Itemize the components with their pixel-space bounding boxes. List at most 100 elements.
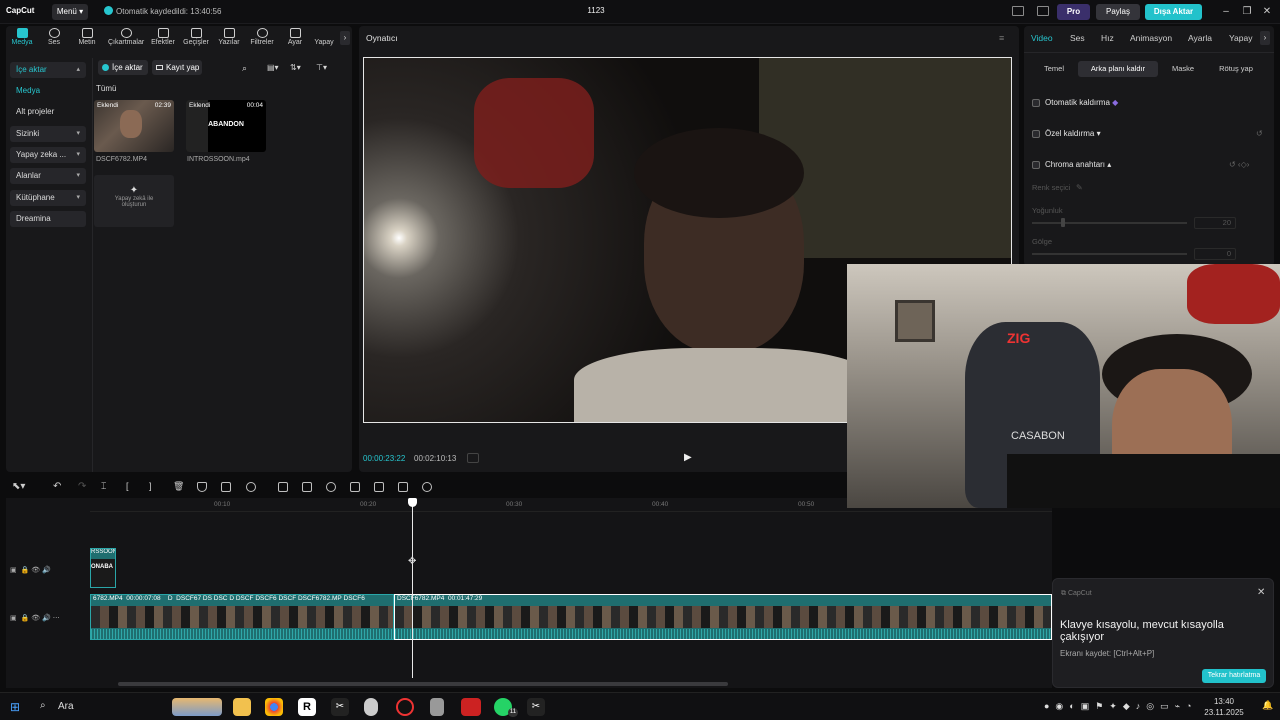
subtab-retouch[interactable]: Rötuş yap [1210,61,1262,77]
filter-icon[interactable]: ⊤▾ [316,63,327,72]
playhead-handle[interactable] [408,498,417,507]
tabs-scroll-right-icon[interactable]: › [1260,31,1270,45]
sidebar-item-library[interactable]: Kütüphane ▾ [10,190,86,206]
import-button[interactable]: İçe aktar [98,60,148,75]
tab-ai[interactable]: Yapay [1229,33,1252,43]
export-button[interactable]: Dışa Aktar [1145,4,1202,20]
roblox-studio-icon[interactable]: R [298,698,316,716]
timeline[interactable]: 00:10 00:20 00:30 00:40 00:50 ▣ 🔒 👁 🔊 RS… [6,498,1052,688]
player-menu-icon[interactable]: ≡ [999,33,1004,43]
ai-create-card[interactable]: ✦ Yapay zekâ ile oluşturun [94,175,174,227]
windows-start-icon[interactable]: ⊞ [10,700,20,714]
image-edit-icon[interactable] [398,482,408,492]
tab-adjust[interactable]: Ayarla [1188,33,1212,43]
intensity-value[interactable]: 20 [1194,217,1236,229]
remind-again-button[interactable]: Tekrar hatırlatma [1202,669,1266,683]
subtab-basic[interactable]: Temel [1032,61,1076,77]
tab-video[interactable]: Video [1031,33,1053,43]
tabs-scroll-right-icon[interactable]: › [340,31,350,45]
sidebar-item-yours[interactable]: Sizinki ▾ [10,126,86,142]
frame-icon[interactable] [467,453,479,463]
marker-icon[interactable] [197,482,207,492]
tab-text[interactable]: Metin [71,28,103,46]
undo-icon[interactable]: ↶ [53,481,61,492]
tab-filters[interactable]: Filtreler [246,28,278,46]
subtab-remove-bg[interactable]: Arka planı kaldır [1078,61,1158,77]
share-button[interactable]: Paylaş [1096,4,1140,20]
play-icon[interactable]: ▶ [684,452,692,463]
redo-icon[interactable]: ↷ [78,481,86,492]
auto-remove-checkbox[interactable] [1032,99,1040,107]
system-tray-icons[interactable]: ●◉◐▣⚑✦◆♪◎▭⌁◔ [1044,701,1197,712]
subtitle-icon[interactable] [374,482,384,492]
sidebar-item-import[interactable]: İçe aktar ▴ [10,62,86,78]
chroma-key-checkbox[interactable] [1032,161,1040,169]
tab-animation[interactable]: Animasyon [1130,33,1172,43]
tab-media[interactable]: Medya [6,28,38,46]
notification-bell-icon[interactable]: 🔔 [1262,700,1273,711]
video-app-icon[interactable] [461,698,481,716]
tab-speed[interactable]: Hız [1101,33,1114,43]
search-icon[interactable]: ⌕ [40,700,46,711]
eye-icon[interactable]: 👁 [31,567,40,574]
recording-app-icon[interactable] [396,698,414,716]
pro-button[interactable]: Pro [1057,4,1090,20]
search-icon[interactable]: ⌕ [242,63,247,74]
subtab-mask[interactable]: Maske [1160,61,1206,77]
sidebar-item-spaces[interactable]: Alanlar ▾ [10,168,86,184]
capcut-taskbar-icon[interactable]: ✂ [331,698,349,716]
sidebar-item-ai[interactable]: Yapay zeka ... ▾ [10,147,86,163]
tab-captions[interactable]: Yazılar [213,28,245,46]
custom-remove-checkbox[interactable] [1032,130,1040,138]
split-left-icon[interactable]: [ [126,481,129,491]
lock-icon[interactable]: 🔒 [21,567,30,574]
keyframe-controls-icon[interactable]: ↺ ‹◇› [1229,160,1249,169]
tab-audio[interactable]: Ses [38,28,70,46]
reset-icon[interactable]: ↺ [1256,129,1263,138]
selected-clip-strip[interactable]: DSCF6782.MP4 00:01:47:29 [394,594,1052,640]
mirror-icon[interactable] [302,482,312,492]
crop-icon[interactable] [221,482,231,492]
eyedropper-icon[interactable]: ✎ [1076,183,1083,192]
intensity-slider-knob[interactable] [1061,218,1065,227]
toast-close-icon[interactable]: ✕ [1257,587,1265,598]
intensity-slider[interactable] [1032,222,1187,224]
menu-button[interactable]: Menü ▾ [52,4,88,20]
timeline-scrollbar[interactable] [118,682,728,686]
layout-icon[interactable] [1012,6,1024,16]
taskbar-time[interactable]: 13:40 [1206,697,1242,706]
sidebar-item-subprojects[interactable]: Alt projeler [10,104,86,120]
track-cover-icon[interactable]: ▣ [10,615,17,622]
tab-transitions[interactable]: Geçişler [180,28,212,46]
intro-clip[interactable]: RSSOON. ONABA [90,548,116,588]
speaker-icon[interactable]: 🔊 [42,567,51,574]
chrome-icon[interactable] [265,698,283,716]
select-tool-icon[interactable]: ⬉▾ [12,481,25,492]
playhead[interactable] [412,498,413,678]
capcut-taskbar-icon-2[interactable]: ✂ [527,698,545,716]
motion-icon[interactable] [246,482,256,492]
sidebar-item-dreamina[interactable]: Dreamina [10,211,86,227]
minimize-icon[interactable]: – [1219,5,1233,19]
lock-icon[interactable]: 🔒 [21,615,30,622]
microphone-app-icon[interactable] [364,698,378,716]
taskbar-search-label[interactable]: Ara [58,701,74,712]
clip-strip[interactable]: 6782.MP4 00:00:07:08 D DSCF67 DS DSC D D… [90,594,394,640]
close-icon[interactable]: ✕ [1260,5,1274,19]
tab-ai[interactable]: Yapay [308,28,340,46]
project-name[interactable]: 1123 [560,6,632,15]
freeze-icon[interactable] [278,482,288,492]
person-icon[interactable] [326,482,336,492]
delete-icon[interactable]: 🗑 [173,481,184,492]
tab-stickers[interactable]: Çıkartmalar [108,28,144,46]
tab-audio[interactable]: Ses [1070,33,1085,43]
magic-icon[interactable] [350,482,360,492]
more-icon[interactable]: ⋯ [53,615,60,622]
shadow-value[interactable]: 0 [1194,248,1236,260]
main-clip-group[interactable]: 6782.MP4 00:00:07:08 D DSCF67 DS DSC D D… [90,594,394,640]
split-icon[interactable]: ⌶ [101,481,106,492]
split-right-icon[interactable]: ] [149,481,152,491]
view-toggle-icon[interactable]: ▤▾ [267,63,279,72]
eye-icon[interactable]: 👁 [31,615,40,622]
sort-icon[interactable]: ⇅▾ [290,63,301,72]
